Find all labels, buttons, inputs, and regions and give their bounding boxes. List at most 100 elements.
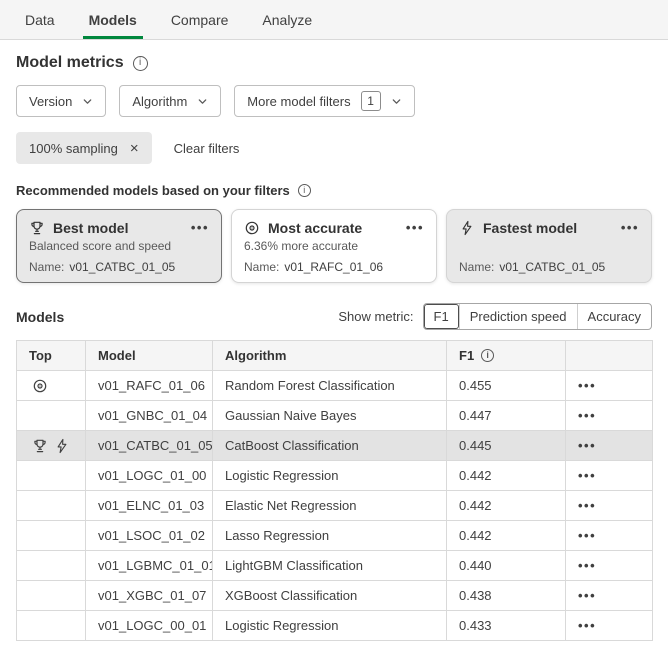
row-menu-button[interactable]: ••• xyxy=(566,461,653,491)
model-name-cell[interactable]: v01_GNBC_01_04 xyxy=(86,401,213,431)
tab-analyze[interactable]: Analyze xyxy=(245,0,329,39)
row-menu-button[interactable]: ••• xyxy=(566,581,653,611)
card-name-label: Name: xyxy=(459,260,494,274)
chevron-down-icon xyxy=(197,96,208,107)
algorithm-cell: CatBoost Classification xyxy=(213,431,447,461)
metric-segmented-control: F1 Prediction speed Accuracy xyxy=(423,303,652,330)
table-row: v01_LSOC_01_02 Lasso Regression 0.442 ••… xyxy=(17,521,653,551)
recommended-title: Recommended models based on your filters xyxy=(16,183,290,198)
model-name-cell[interactable]: v01_LOGC_00_01 xyxy=(86,611,213,641)
bullseye-icon xyxy=(32,378,48,394)
models-table-body: v01_RAFC_01_06 Random Forest Classificat… xyxy=(17,371,653,641)
table-row: v01_ELNC_01_03 Elastic Net Regression 0.… xyxy=(17,491,653,521)
best-model-card[interactable]: Best model ••• Balanced score and speed … xyxy=(16,209,222,283)
row-menu-button[interactable]: ••• xyxy=(566,551,653,581)
column-header-top: Top xyxy=(17,341,86,371)
chevron-down-icon xyxy=(82,96,93,107)
tab-compare[interactable]: Compare xyxy=(154,0,246,39)
f1-value-cell: 0.455 xyxy=(447,371,566,401)
recommended-info-icon[interactable] xyxy=(298,184,311,197)
chevron-down-icon xyxy=(391,96,402,107)
tab-data[interactable]: Data xyxy=(8,0,72,39)
algorithm-cell: Random Forest Classification xyxy=(213,371,447,401)
f1-value-cell: 0.445 xyxy=(447,431,566,461)
f1-info-icon[interactable] xyxy=(481,349,494,362)
metric-option-prediction-speed[interactable]: Prediction speed xyxy=(459,304,577,329)
card-subtitle: 6.36% more accurate xyxy=(244,239,424,253)
algorithm-filter-button[interactable]: Algorithm xyxy=(119,85,221,117)
card-title: Fastest model xyxy=(483,220,577,236)
row-menu-button[interactable]: ••• xyxy=(566,431,653,461)
top-indicator-cell xyxy=(17,491,86,521)
top-indicator-cell xyxy=(17,461,86,491)
row-menu-button[interactable]: ••• xyxy=(566,371,653,401)
card-name-value: v01_RAFC_01_06 xyxy=(284,260,383,274)
card-name-label: Name: xyxy=(244,260,279,274)
top-indicator-cell xyxy=(17,371,86,401)
table-row: v01_CATBC_01_05 CatBoost Classification … xyxy=(17,431,653,461)
models-section-title: Models xyxy=(16,309,64,325)
algorithm-filter-label: Algorithm xyxy=(132,94,187,109)
algorithm-cell: Logistic Regression xyxy=(213,611,447,641)
algorithm-cell: Logistic Regression xyxy=(213,461,447,491)
column-header-model: Model xyxy=(86,341,213,371)
fastest-model-card[interactable]: Fastest model ••• Name: v01_CATBC_01_05 xyxy=(446,209,652,283)
metric-option-accuracy[interactable]: Accuracy xyxy=(577,304,651,329)
most-accurate-card[interactable]: Most accurate ••• 6.36% more accurate Na… xyxy=(231,209,437,283)
version-filter-button[interactable]: Version xyxy=(16,85,106,117)
card-name-value: v01_CATBC_01_05 xyxy=(499,260,605,274)
models-table: Top Model Algorithm F1 v01_RAFC_01_06 Ra… xyxy=(16,340,653,641)
model-name-cell[interactable]: v01_CATBC_01_05 xyxy=(86,431,213,461)
bullseye-icon xyxy=(244,220,260,236)
more-filters-button[interactable]: More model filters 1 xyxy=(234,85,414,117)
card-model-name: Name: v01_CATBC_01_05 xyxy=(29,260,209,274)
card-menu-button[interactable]: ••• xyxy=(187,219,209,236)
card-model-name: Name: v01_CATBC_01_05 xyxy=(459,260,639,274)
model-name-cell[interactable]: v01_ELNC_01_03 xyxy=(86,491,213,521)
row-menu-button[interactable]: ••• xyxy=(566,491,653,521)
f1-value-cell: 0.442 xyxy=(447,491,566,521)
bolt-icon xyxy=(459,220,475,236)
active-filters-row: 100% sampling × Clear filters xyxy=(16,132,652,164)
model-name-cell[interactable]: v01_LOGC_01_00 xyxy=(86,461,213,491)
f1-value-cell: 0.442 xyxy=(447,461,566,491)
top-indicator-cell xyxy=(17,431,86,461)
card-title: Best model xyxy=(53,220,128,236)
model-name-cell[interactable]: v01_LGBMC_01_01 xyxy=(86,551,213,581)
f1-header-label: F1 xyxy=(459,348,474,363)
sampling-filter-chip[interactable]: 100% sampling × xyxy=(16,132,152,164)
card-name-label: Name: xyxy=(29,260,64,274)
model-name-cell[interactable]: v01_XGBC_01_07 xyxy=(86,581,213,611)
algorithm-cell: Lasso Regression xyxy=(213,521,447,551)
row-menu-button[interactable]: ••• xyxy=(566,521,653,551)
row-menu-button[interactable]: ••• xyxy=(566,401,653,431)
trophy-icon xyxy=(29,220,45,236)
close-icon[interactable]: × xyxy=(130,141,139,156)
row-menu-button[interactable]: ••• xyxy=(566,611,653,641)
table-row: v01_XGBC_01_07 XGBoost Classification 0.… xyxy=(17,581,653,611)
model-name-cell[interactable]: v01_RAFC_01_06 xyxy=(86,371,213,401)
model-metrics-info-icon[interactable] xyxy=(133,56,148,71)
version-filter-label: Version xyxy=(29,94,72,109)
clear-filters-link[interactable]: Clear filters xyxy=(174,141,240,156)
f1-value-cell: 0.447 xyxy=(447,401,566,431)
bolt-icon xyxy=(54,438,70,454)
tab-bar: Data Models Compare Analyze xyxy=(0,0,668,40)
table-row: v01_GNBC_01_04 Gaussian Naive Bayes 0.44… xyxy=(17,401,653,431)
metric-option-f1[interactable]: F1 xyxy=(424,304,459,329)
tab-models[interactable]: Models xyxy=(72,0,154,39)
column-header-algorithm: Algorithm xyxy=(213,341,447,371)
card-menu-button[interactable]: ••• xyxy=(402,219,424,236)
main-content: Model metrics Version Algorithm More mod… xyxy=(0,40,668,641)
card-menu-button[interactable]: ••• xyxy=(617,219,639,236)
card-name-value: v01_CATBC_01_05 xyxy=(69,260,175,274)
algorithm-cell: LightGBM Classification xyxy=(213,551,447,581)
f1-value-cell: 0.442 xyxy=(447,521,566,551)
more-filters-count-badge: 1 xyxy=(361,91,381,111)
more-filters-label: More model filters xyxy=(247,94,350,109)
model-name-cell[interactable]: v01_LSOC_01_02 xyxy=(86,521,213,551)
algorithm-cell: Gaussian Naive Bayes xyxy=(213,401,447,431)
card-title: Most accurate xyxy=(268,220,362,236)
card-subtitle: Balanced score and speed xyxy=(29,239,209,253)
metric-switcher: Show metric: F1 Prediction speed Accurac… xyxy=(338,303,652,330)
